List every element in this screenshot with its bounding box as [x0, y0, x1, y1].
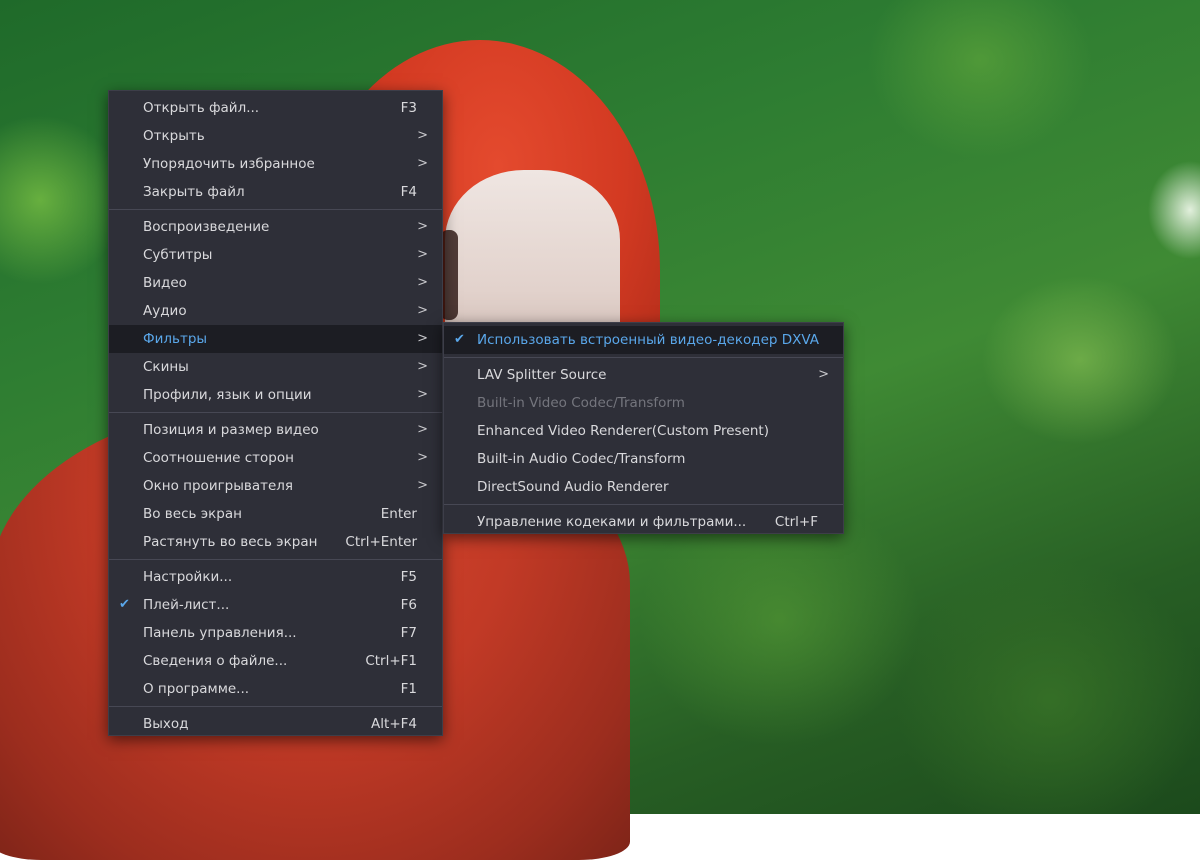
menu-item-видео[interactable]: Видео > [109, 269, 442, 297]
filters-item-label: Built-in Video Codec/Transform [477, 395, 685, 411]
check-mark-icon: ✔ [454, 332, 465, 347]
menu-separator [109, 559, 442, 560]
menu-item-label: Плей-лист... [143, 597, 230, 613]
menu-item-панель-управления[interactable]: Панель управления... F7 [109, 619, 442, 647]
menu-separator [109, 412, 442, 413]
submenu-arrow-icon: > [417, 303, 428, 318]
shortcut-label: Ctrl+F1 [365, 653, 417, 669]
menu-item-label: Субтитры [143, 247, 213, 263]
menu-item-позиция-и-размер-видео[interactable]: Позиция и размер видео > [109, 416, 442, 444]
menu-item-плей-лист[interactable]: ✔ Плей-лист... F6 [109, 591, 442, 619]
submenu-arrow-icon: > [818, 367, 829, 382]
filters-item-built-in-video-codec-transform: Built-in Video Codec/Transform [444, 389, 843, 417]
submenu-arrow-icon: > [417, 275, 428, 290]
shortcut-label: Enter [380, 506, 417, 522]
filters-item-использовать-встроенный-видео-декодер-dxva[interactable]: ✔ Использовать встроенный видео-декодер D… [444, 326, 843, 354]
filters-item-label: Built-in Audio Codec/Transform [477, 451, 686, 467]
menu-item-закрыть-файл[interactable]: Закрыть файл F4 [109, 178, 442, 206]
menu-item-label: Сведения о файле... [143, 653, 288, 669]
menu-item-label: Соотношение сторон [143, 450, 294, 466]
menu-item-растянуть-во-весь-экран[interactable]: Растянуть во весь экран Ctrl+Enter [109, 528, 442, 556]
shortcut-label: F6 [400, 597, 417, 613]
shortcut-label: Ctrl+F [774, 514, 818, 530]
filters-item-enhanced-video-renderer-custom-present[interactable]: Enhanced Video Renderer(Custom Present) [444, 417, 843, 445]
shortcut-label: F3 [400, 100, 417, 116]
submenu-arrow-icon: > [417, 478, 428, 493]
submenu-arrow-icon: > [417, 331, 428, 346]
shortcut-label: F7 [400, 625, 417, 641]
filters-separator [444, 357, 843, 358]
shortcut-label: F5 [400, 569, 417, 585]
shortcut-label: F4 [400, 184, 417, 200]
menu-item-label: Воспроизведение [143, 219, 270, 235]
menu-separator [109, 706, 442, 707]
menu-item-label: Открыть файл... [143, 100, 260, 116]
menu-item-субтитры[interactable]: Субтитры > [109, 241, 442, 269]
menu-item-открыть-файл[interactable]: Открыть файл... F3 [109, 94, 442, 122]
menu-item-label: О программе... [143, 681, 250, 697]
menu-item-соотношение-сторон[interactable]: Соотношение сторон > [109, 444, 442, 472]
menu-item-label: Настройки... [143, 569, 233, 585]
filters-item-directsound-audio-renderer[interactable]: DirectSound Audio Renderer [444, 473, 843, 501]
filters-submenu: ✔ Использовать встроенный видео-декодер D… [443, 322, 844, 534]
menu-item-открыть[interactable]: Открыть > [109, 122, 442, 150]
filters-item-label: Управление кодеками и фильтрами... [477, 514, 747, 530]
menu-item-label: Упорядочить избранное [143, 156, 315, 172]
menu-item-сведения-о-файле[interactable]: Сведения о файле... Ctrl+F1 [109, 647, 442, 675]
submenu-arrow-icon: > [417, 387, 428, 402]
filters-item-label: DirectSound Audio Renderer [477, 479, 669, 495]
filters-item-label: LAV Splitter Source [477, 367, 607, 383]
menu-item-label: Во весь экран [143, 506, 242, 522]
submenu-arrow-icon: > [417, 128, 428, 143]
shortcut-label: Ctrl+Enter [345, 534, 417, 550]
menu-item-label: Профили, язык и опции [143, 387, 312, 403]
submenu-arrow-icon: > [417, 219, 428, 234]
filters-item-управление-кодеками-и-фильтрами[interactable]: Управление кодеками и фильтрами... Ctrl+F [444, 508, 843, 536]
menu-item-скины[interactable]: Скины > [109, 353, 442, 381]
filters-item-lav-splitter-source[interactable]: LAV Splitter Source > [444, 361, 843, 389]
menu-separator [109, 209, 442, 210]
menu-item-label: Окно проигрывателя [143, 478, 294, 494]
menu-item-о-программе[interactable]: О программе... F1 [109, 675, 442, 703]
menu-item-label: Аудио [143, 303, 187, 319]
filters-item-built-in-audio-codec-transform[interactable]: Built-in Audio Codec/Transform [444, 445, 843, 473]
menu-item-выход[interactable]: Выход Alt+F4 [109, 710, 442, 738]
submenu-arrow-icon: > [417, 359, 428, 374]
menu-item-label: Открыть [143, 128, 205, 144]
menu-item-label: Фильтры [143, 331, 208, 347]
menu-item-настройки[interactable]: Настройки... F5 [109, 563, 442, 591]
menu-item-профили-язык-и-опции[interactable]: Профили, язык и опции > [109, 381, 442, 409]
filters-separator [444, 504, 843, 505]
menu-item-во-весь-экран[interactable]: Во весь экран Enter [109, 500, 442, 528]
menu-item-label: Панель управления... [143, 625, 297, 641]
menu-item-label: Выход [143, 716, 189, 732]
menu-item-label: Растянуть во весь экран [143, 534, 318, 550]
filters-item-label: Enhanced Video Renderer(Custom Present) [477, 423, 769, 439]
menu-item-упорядочить-избранное[interactable]: Упорядочить избранное > [109, 150, 442, 178]
menu-item-аудио[interactable]: Аудио > [109, 297, 442, 325]
submenu-arrow-icon: > [417, 450, 428, 465]
menu-item-фильтры[interactable]: Фильтры > [109, 325, 442, 353]
filters-item-label: Использовать встроенный видео-декодер DX… [477, 332, 820, 348]
submenu-arrow-icon: > [417, 422, 428, 437]
menu-item-label: Скины [143, 359, 189, 375]
submenu-arrow-icon: > [417, 156, 428, 171]
shortcut-label: Alt+F4 [371, 716, 417, 732]
menu-item-окно-проигрывателя[interactable]: Окно проигрывателя > [109, 472, 442, 500]
check-mark-icon: ✔ [119, 597, 130, 612]
shortcut-label: F1 [400, 681, 417, 697]
context-menu: Открыть файл... F3 Открыть > Упорядочить изб… [108, 90, 443, 736]
menu-item-воспроизведение[interactable]: Воспроизведение > [109, 213, 442, 241]
menu-item-label: Позиция и размер видео [143, 422, 319, 438]
submenu-arrow-icon: > [417, 247, 428, 262]
menu-item-label: Закрыть файл [143, 184, 245, 200]
menu-item-label: Видео [143, 275, 187, 291]
